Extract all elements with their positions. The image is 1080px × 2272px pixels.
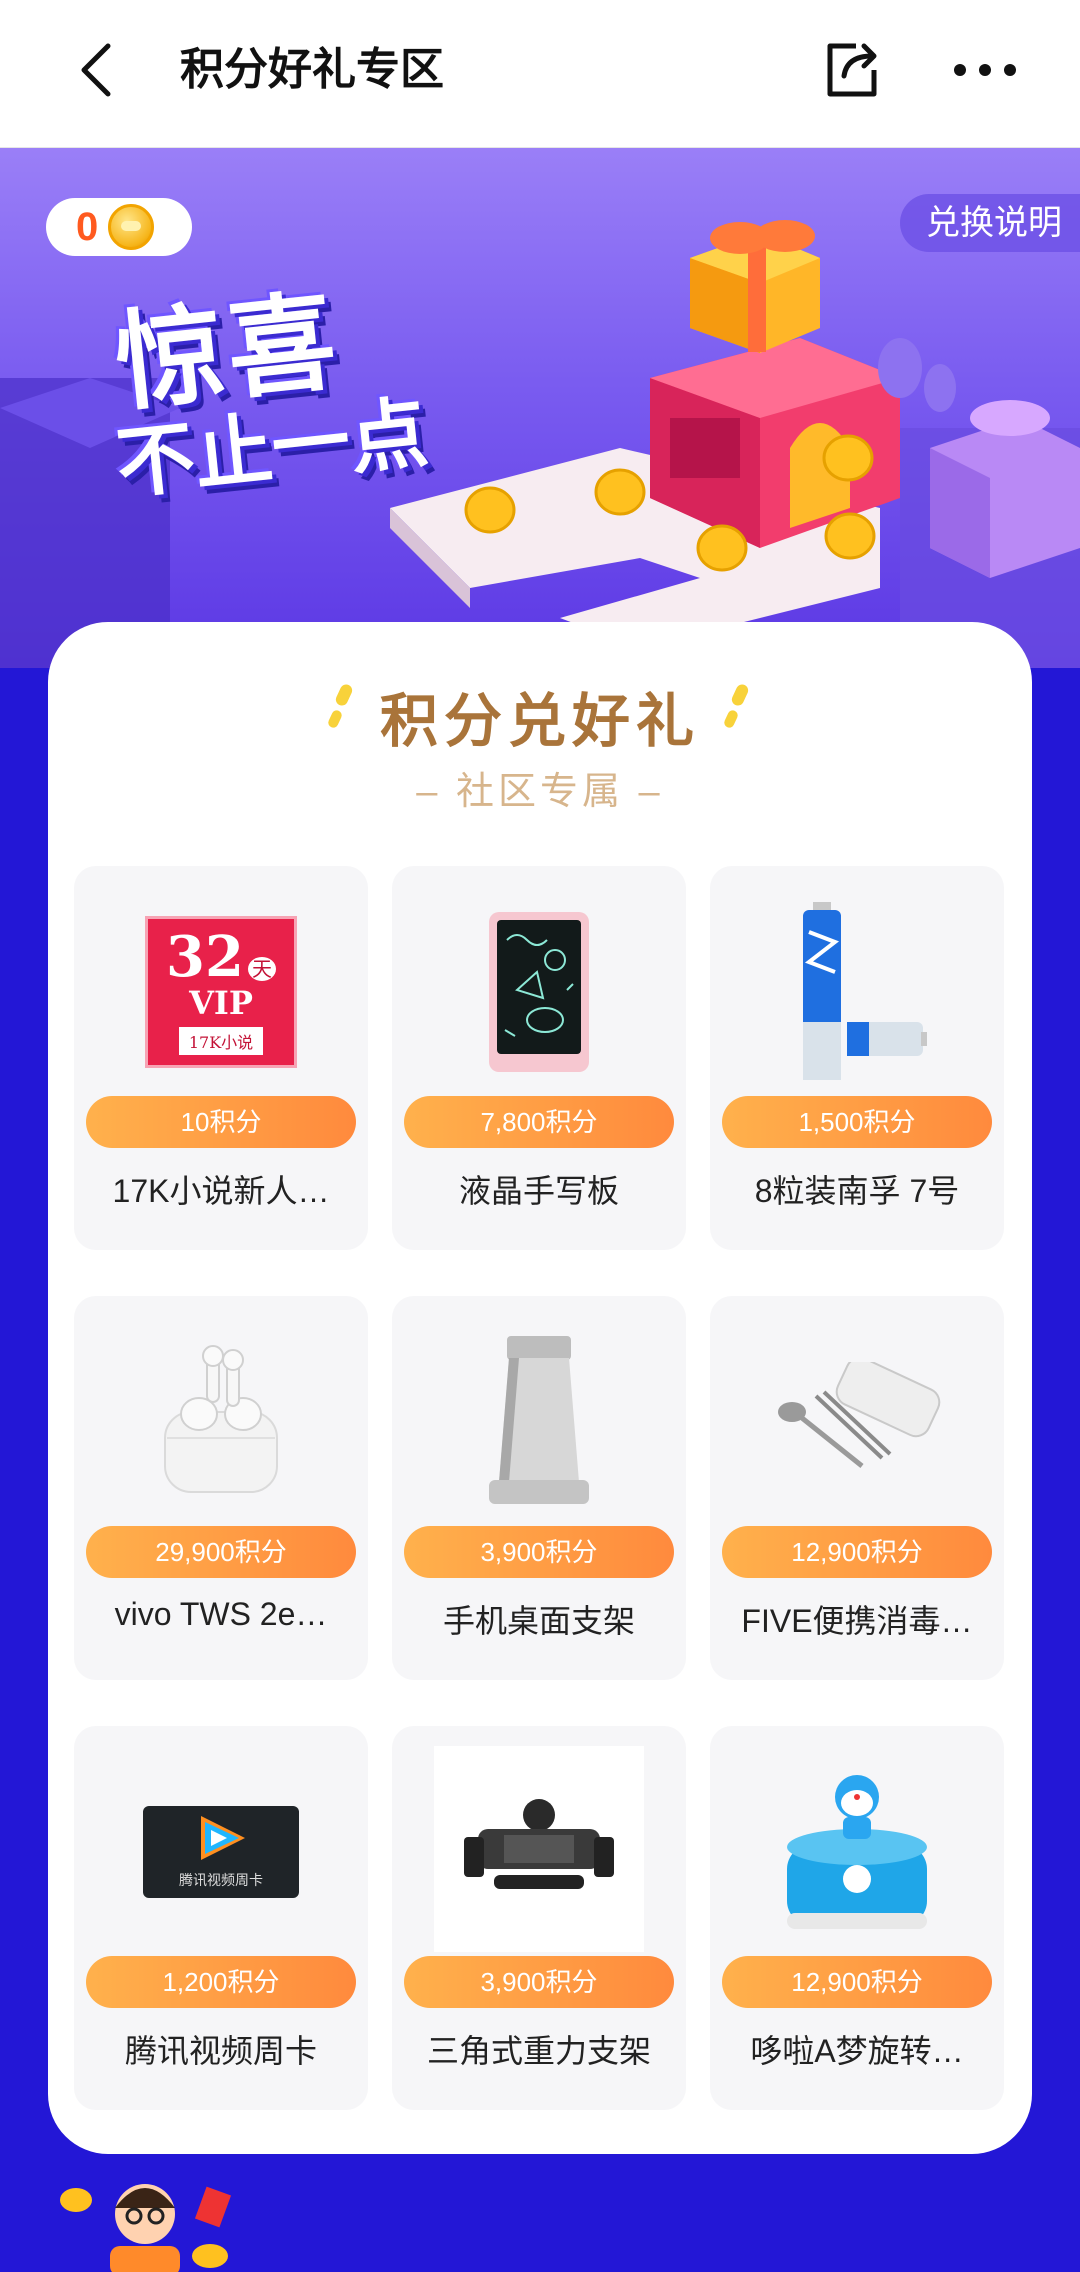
vip-days-unit: 天 (247, 957, 276, 981)
share-button[interactable] (820, 38, 884, 102)
product-image (434, 1746, 644, 1952)
exchange-rules-button[interactable]: 兑换说明 (900, 194, 1080, 252)
product-card[interactable]: 腾讯视频周卡 1,200积分 腾讯视频周卡 (74, 1726, 368, 2110)
product-grid: 32 天 VIP 17K小说 10积分 17K小说新人… 7,800积分 液晶手… (74, 866, 1008, 2110)
vip-days: 32 (166, 924, 244, 990)
product-name: vivo TWS 2e… (114, 1596, 328, 1632)
more-button[interactable] (950, 38, 1020, 102)
battery-image (803, 902, 927, 1080)
back-button[interactable] (70, 40, 130, 100)
points-balance[interactable]: 0 (46, 198, 192, 256)
tencent-video-card-image: 腾讯视频周卡 (143, 1806, 299, 1898)
price-pill: 29,900积分 (86, 1526, 356, 1578)
price-pill: 3,900积分 (404, 1956, 674, 2008)
coin-icon (108, 204, 155, 250)
phone-stand-image (489, 1336, 589, 1504)
section-subtitle: – 社区专属 – (416, 771, 664, 813)
doraemon-humidifier-image (787, 1775, 927, 1929)
price-pill: 10积分 (86, 1096, 356, 1148)
product-card[interactable]: 3,900积分 手机桌面支架 (392, 1296, 686, 1680)
vip-card-image: 32 天 VIP 17K小说 (145, 916, 297, 1068)
product-name: FIVE便携消毒… (741, 1603, 973, 1639)
banner-slogan: 惊喜 不止一点 (110, 268, 530, 508)
product-image (757, 892, 957, 1092)
product-name: 手机桌面支架 (442, 1603, 635, 1639)
promo-banner: 0 兑换说明 惊喜 不止一点 (0, 148, 1080, 668)
more-dots-icon (954, 64, 1016, 76)
price-pill: 12,900积分 (722, 1956, 992, 2008)
cutlery-set-image (778, 1362, 941, 1468)
sparkle-right-icon (724, 684, 749, 728)
product-card[interactable]: 3,900积分 三角式重力支架 (392, 1726, 686, 2110)
chevron-left-icon (81, 43, 111, 97)
price-pill: 12,900积分 (722, 1526, 992, 1578)
product-image (439, 892, 639, 1092)
product-card[interactable]: 7,800积分 液晶手写板 (392, 866, 686, 1250)
product-image (757, 1752, 957, 1952)
writing-tablet-image (489, 912, 589, 1072)
product-image (121, 1322, 321, 1522)
price-pill: 3,900积分 (404, 1526, 674, 1578)
price-pill: 1,200积分 (86, 1956, 356, 2008)
product-name: 17K小说新人… (112, 1173, 330, 1209)
share-icon (827, 43, 877, 97)
product-name: 液晶手写板 (458, 1173, 619, 1209)
vip-text: VIP (189, 984, 253, 1022)
product-name: 三角式重力支架 (426, 2033, 651, 2069)
vip-brand: 17K小说 (178, 1027, 264, 1055)
rewards-card: 积分兑好礼 – 社区专属 – 32 天 VIP 17K小说 10积分 17K小说新… (48, 622, 1032, 2154)
product-name: 8粒装南孚 7号 (754, 1173, 960, 1209)
product-card[interactable]: 12,900积分 哆啦A梦旋转… (710, 1726, 1004, 2110)
product-name: 腾讯视频周卡 (124, 2033, 317, 2069)
top-bar: 积分好礼专区 (0, 0, 1080, 148)
product-card[interactable]: 29,900积分 vivo TWS 2e… (74, 1296, 368, 1680)
car-mount-image (464, 1799, 614, 1889)
product-card[interactable]: 1,500积分 8粒装南孚 7号 (710, 866, 1004, 1250)
product-image: 32 天 VIP 17K小说 (121, 892, 321, 1092)
price-pill: 7,800积分 (404, 1096, 674, 1148)
product-name: 哆啦A梦旋转… (750, 2033, 964, 2069)
section-title: 积分兑好礼 (379, 689, 700, 754)
price-pill: 1,500积分 (722, 1096, 992, 1148)
product-image (757, 1322, 957, 1522)
points-value: 0 (76, 204, 99, 249)
product-card[interactable]: 32 天 VIP 17K小说 10积分 17K小说新人… (74, 866, 368, 1250)
product-image (439, 1322, 639, 1522)
bottom-mascot-illustration (60, 2184, 232, 2272)
product-image: 腾讯视频周卡 (121, 1752, 321, 1952)
play-logo-icon (201, 1816, 245, 1860)
page-title: 积分好礼专区 (180, 45, 444, 94)
earbuds-image (164, 1345, 278, 1493)
tencent-card-label: 腾讯视频周卡 (179, 1872, 263, 1888)
product-card[interactable]: 12,900积分 FIVE便携消毒… (710, 1296, 1004, 1680)
